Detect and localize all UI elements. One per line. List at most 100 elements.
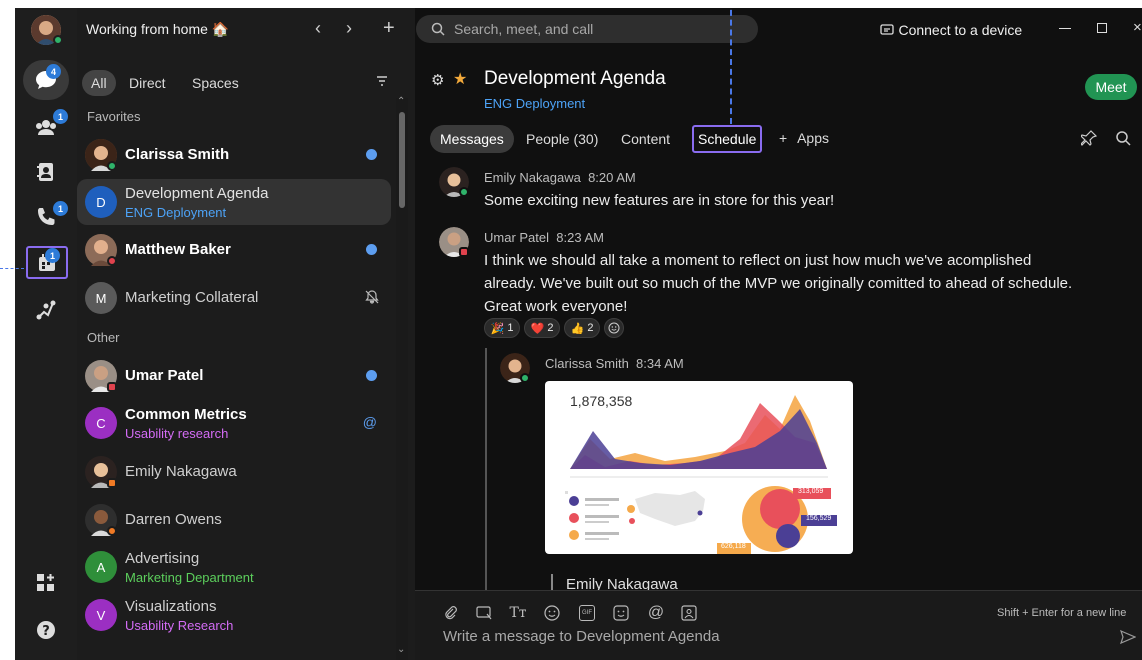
space-item-label: Common Metrics [125,406,247,423]
space-item-common-metrics[interactable]: C Common Metrics Usability research @ [77,400,391,446]
send-icon[interactable] [1120,629,1136,645]
status-text[interactable]: Working from home 🏠 [86,21,229,38]
new-plus-icon[interactable]: + [383,17,395,40]
message-line: I think we should all take a moment to r… [484,252,1032,269]
close-icon[interactable]: × [1133,19,1142,36]
search-icon [431,22,445,36]
avatar: A [85,551,117,583]
meetings-badge: 1 [45,248,60,263]
space-item-label: Advertising [125,550,200,567]
tab-people[interactable]: People (30) [516,125,608,153]
message-author: Umar Patel 8:23 AM [484,230,604,245]
mention-icon[interactable]: @ [645,602,667,624]
scrollbar-thumb[interactable] [399,112,405,208]
favorite-star-icon[interactable]: ★ [453,69,467,89]
minimize-icon[interactable] [1059,28,1071,29]
whiteboard-icon[interactable] [678,602,700,624]
tab-apps[interactable]: + Apps [779,130,829,146]
author-name: Clarissa Smith [545,356,629,371]
apps-button[interactable] [25,566,67,600]
space-item-label: Visualizations [125,598,217,615]
forward-arrow-icon[interactable]: › [346,18,352,39]
search-input[interactable]: Search, meet, and call [416,15,758,43]
tab-schedule[interactable]: Schedule [692,125,763,153]
help-button[interactable]: ? [25,613,67,647]
space-subtitle[interactable]: ENG Deployment [484,96,585,111]
space-item-development-agenda[interactable]: D Development Agenda ENG Deployment [77,179,391,225]
filter-spaces[interactable]: Spaces [183,70,248,96]
message-time: 8:20 AM [588,170,636,185]
reaction-thumbs-up[interactable]: 👍 2 [564,318,600,338]
message-author: Emily Nakagawa 8:20 AM [484,170,636,185]
space-item-label: Marketing Collateral [125,289,259,306]
space-item-darren-owens[interactable]: Darren Owens [77,497,391,543]
maximize-icon[interactable] [1097,23,1107,33]
sticker-icon[interactable] [610,602,632,624]
reaction-party[interactable]: 🎉 1 [484,318,520,338]
space-item-advertising[interactable]: A Advertising Marketing Department [77,544,391,590]
presence-dot [107,161,117,171]
unread-dot [366,244,377,255]
workflows-button[interactable] [25,293,67,327]
svg-text:?: ? [42,624,50,639]
author-name: Emily Nakagawa [484,170,581,185]
contacts-button[interactable] [25,155,67,189]
space-item-umar-patel[interactable]: Umar Patel [77,353,391,399]
on-call-status-dot [107,526,117,536]
reaction-count: 2 [547,322,554,334]
attach-icon[interactable] [440,602,462,624]
text-format-icon[interactable]: Tт [507,602,529,624]
message-text: Some exciting new features are in store … [484,192,835,209]
pin-icon[interactable] [1081,130,1097,146]
avatar: D [85,186,117,218]
space-item-label: Matthew Baker [125,241,231,258]
screen-capture-icon[interactable] [473,602,495,624]
card-label: 313,059 [798,488,824,495]
scroll-up-icon[interactable]: ⌃ [397,96,405,107]
navigation-rail: 4 1 1 1 ? [15,8,77,660]
message-input[interactable]: Write a message to Development Agenda [443,628,720,645]
space-item-emily-nakagawa[interactable]: Emily Nakagawa [77,449,391,495]
area-chart-graphic [565,395,837,554]
emoji-icon[interactable] [541,602,563,624]
composer-hint: Shift + Enter for a new line [997,607,1127,619]
filter-all[interactable]: All [82,70,116,96]
reaction-heart[interactable]: ❤️ 2 [524,318,560,338]
space-item-subtitle: Usability Research [125,618,234,633]
help-icon: ? [37,621,55,639]
dnd-status-dot [107,256,117,266]
reaction-count: 2 [587,322,594,334]
reaction-emoji: ❤️ [530,322,545,335]
message-line: already. We've built out so much of the … [484,275,1073,292]
list-scrollbar[interactable]: ⌃ ⌄ [396,96,408,660]
annotation-dashed-line [0,268,24,269]
meet-button[interactable]: Meet [1085,74,1137,100]
space-item-label: Darren Owens [125,511,222,528]
search-space-icon[interactable] [1115,130,1131,146]
presence-dot [53,35,63,45]
filter-direct[interactable]: Direct [120,70,175,96]
card-label: 626,118 [721,543,746,550]
message-line: Great work everyone! [484,298,628,315]
tab-messages[interactable]: Messages [430,125,514,153]
scroll-down-icon[interactable]: ⌄ [397,644,405,655]
gif-icon[interactable]: GIF [576,602,598,624]
connect-device-button[interactable]: Connect to a device [880,21,1022,39]
space-title: Development Agenda [484,68,666,89]
space-settings-icon[interactable]: ⚙ [431,71,444,89]
add-reaction-button[interactable] [604,318,624,338]
filter-list-icon[interactable] [376,75,388,87]
messaging-button[interactable] [23,60,69,100]
space-item-subtitle: ENG Deployment [125,205,227,220]
space-item-matthew-baker[interactable]: Matthew Baker [77,227,391,273]
space-item-marketing-collateral[interactable]: M Marketing Collateral [77,275,391,321]
avatar: C [85,407,117,439]
tab-content[interactable]: Content [611,125,680,153]
shared-image-card[interactable]: 1,878,358 313,059 156,529 626,118 [545,381,853,554]
space-item-clarissa-smith[interactable]: Clarissa Smith [77,132,391,178]
back-arrow-icon[interactable]: ‹ [315,18,321,39]
cast-screen-icon [880,24,894,35]
space-item-visualizations[interactable]: V Visualizations Usability Research [77,592,391,638]
space-item-subtitle: Usability research [125,426,229,441]
presence-dot [459,187,469,197]
